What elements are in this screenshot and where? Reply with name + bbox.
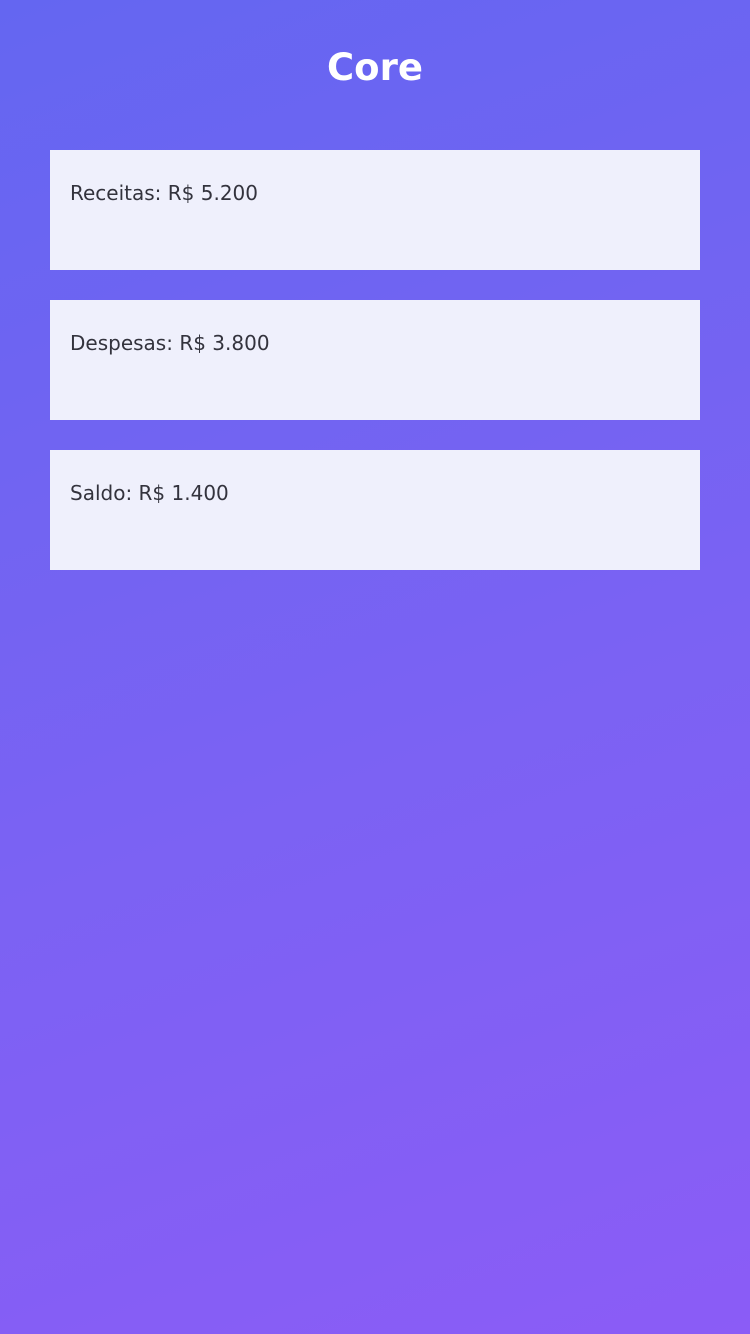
balance-card: Saldo: R$ 1.400 [50,450,700,570]
expenses-label: Despesas: R$ 3.800 [70,331,270,355]
expenses-card: Despesas: R$ 3.800 [50,300,700,420]
income-label: Receitas: R$ 5.200 [70,181,259,205]
balance-label: Saldo: R$ 1.400 [70,481,229,505]
summary-card-list: Receitas: R$ 5.200 Despesas: R$ 3.800 Sa… [50,150,700,600]
income-card: Receitas: R$ 5.200 [50,150,700,270]
page-title: Core [327,46,423,89]
